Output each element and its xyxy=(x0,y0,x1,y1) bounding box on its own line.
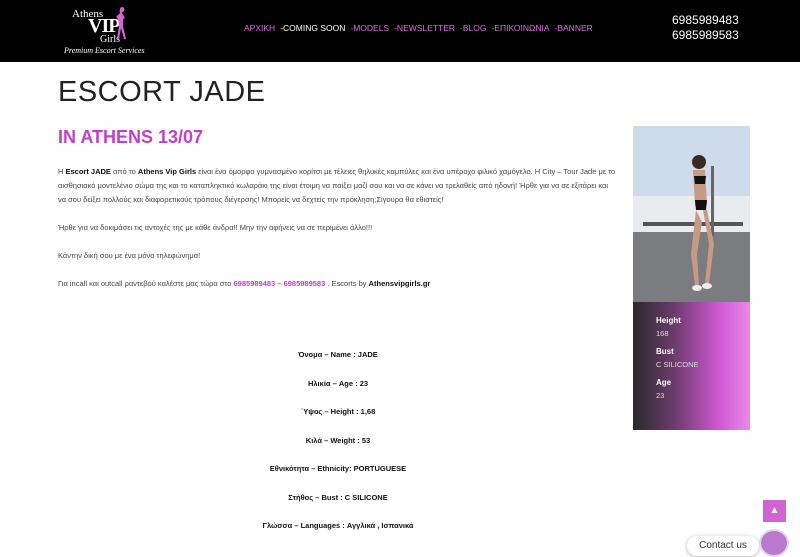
nav-item-contact[interactable]: -ΕΠΙΚΟΙΝΩΝΙΑ xyxy=(491,23,549,33)
logo-silhouette-icon xyxy=(116,7,126,39)
text-fragment: από το xyxy=(110,167,138,176)
stat-height: ΄Υψος – Height : 1,68 xyxy=(300,407,376,416)
text-fragment: Η xyxy=(58,167,66,176)
chat-avatar-icon[interactable] xyxy=(759,529,789,557)
page-title: ESCORT JADE xyxy=(58,76,266,108)
nav-item-blog[interactable]: -BLOG xyxy=(460,23,486,33)
chevron-up-icon: ▲ xyxy=(769,505,780,516)
nav-item-banner[interactable]: -BANNER xyxy=(555,23,593,33)
model-name-bold: Escort JADE xyxy=(65,167,111,176)
contact-us-button[interactable]: Contact us xyxy=(687,536,759,556)
site-header: Athens VIP Girls Premium Escort Services… xyxy=(0,0,800,62)
site-name-bold: Athensvipgirls.gr xyxy=(368,279,431,288)
description-paragraph-4: Για incall και outcall ραντεβού καλέστε … xyxy=(58,277,618,291)
nav-item-coming-soon[interactable]: -COMING SOON xyxy=(280,23,345,33)
profile-stats: Όνομα – Name : JADE Ηλικία – Age : 23 ΄Υ… xyxy=(58,350,618,550)
card-height-value: 168 xyxy=(656,329,669,338)
card-bust-label: Bust xyxy=(656,347,674,356)
header-phones: 6985989483 6985989583 xyxy=(672,13,739,43)
logo-tagline: Premium Escort Services xyxy=(64,46,145,55)
site-logo[interactable]: Athens VIP Girls Premium Escort Services xyxy=(60,4,145,56)
card-bust-value: C SILICONE xyxy=(656,360,699,369)
scroll-to-top-button[interactable]: ▲ xyxy=(763,500,786,522)
card-age-value: 23 xyxy=(656,391,665,400)
profile-photo-image xyxy=(633,126,750,302)
card-age-label: Age xyxy=(656,378,672,387)
stat-name: Όνομα – Name : JADE xyxy=(298,350,378,359)
stat-bust: Στήθος – Bust : C SILICONE xyxy=(288,492,388,502)
nav-item-models[interactable]: -MODELS xyxy=(350,23,389,33)
profile-photo[interactable] xyxy=(633,126,750,302)
main-nav: ΑΡΧΙΚΗ -COMING SOON -MODELS -NEWSLETTER … xyxy=(244,23,598,33)
profile-card-info: Height 168 Bust C SILICONE Age 23 xyxy=(633,302,750,430)
nav-item-newsletter[interactable]: -NEWSLETTER xyxy=(394,23,455,33)
description-paragraph-3: Κάντην δική σου με ένα μόνο τηλεφώνημα! xyxy=(58,251,201,260)
text-fragment: . Escorts by xyxy=(325,279,369,288)
phone-numbers-link[interactable]: 6985989483 – 6985989583 xyxy=(234,279,326,288)
stat-weight: Κιλά – Weight : 53 xyxy=(305,435,371,445)
phone-number-1[interactable]: 6985989483 xyxy=(672,13,739,28)
nav-item-home[interactable]: ΑΡΧΙΚΗ xyxy=(244,23,275,33)
card-height-label: Height xyxy=(656,316,681,325)
profile-card: Height 168 Bust C SILICONE Age 23 xyxy=(633,126,750,430)
profile-description: Η Escort JADE από το Athens Vip Girls εί… xyxy=(58,165,618,305)
phone-number-2[interactable]: 6985989583 xyxy=(672,28,739,43)
description-paragraph-1: Η Escort JADE από το Athens Vip Girls εί… xyxy=(58,165,618,207)
stat-languages: Γλώσσα – Languages : Αγγλικά , Ισπανικά xyxy=(262,521,414,530)
stat-ethnicity: Εθνικότητα – Ethnicity: PORTUGUESE xyxy=(269,464,407,473)
agency-name-bold: Athens Vip Girls xyxy=(137,167,197,176)
page-subtitle: IN ATHENS 13/07 xyxy=(58,127,204,147)
text-fragment: Για incall και outcall ραντεβού καλέστε … xyxy=(58,279,234,288)
description-paragraph-2: Ήρθε για να δοκιμάσει τις αντοχές της με… xyxy=(58,223,373,232)
stat-age: Ηλικία – Age : 23 xyxy=(307,378,369,388)
